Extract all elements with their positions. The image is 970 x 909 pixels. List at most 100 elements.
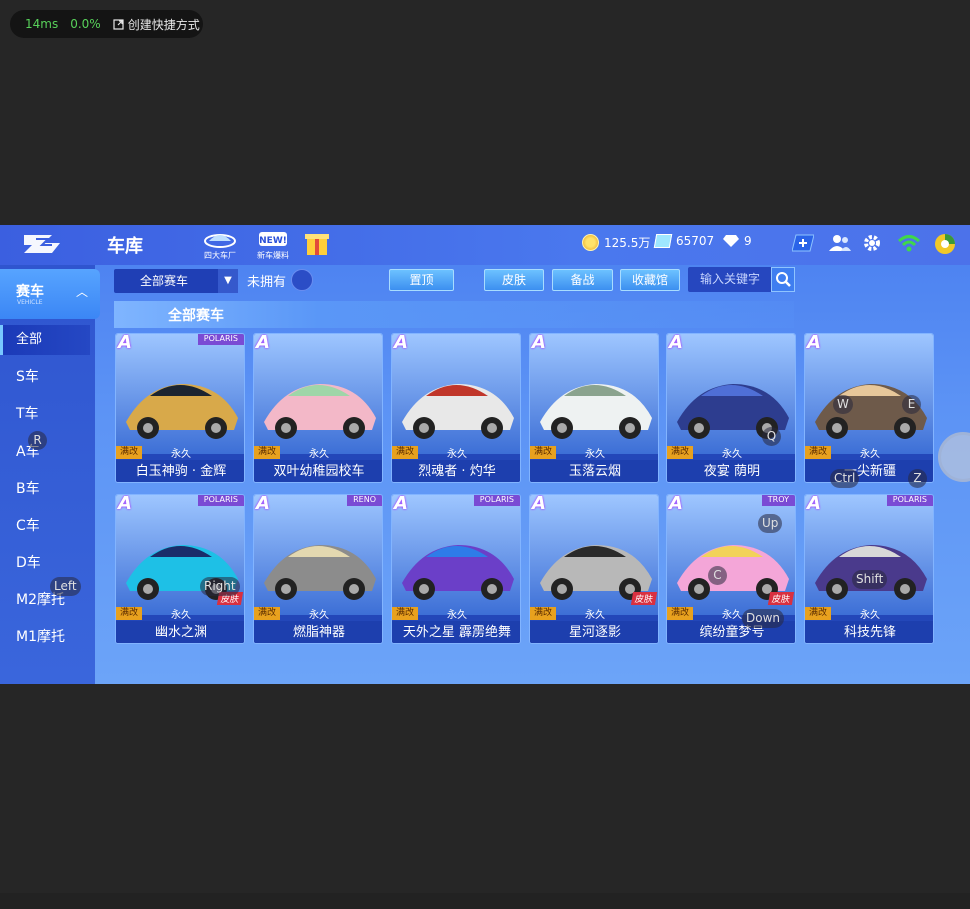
search-input[interactable]: 输入关键字 xyxy=(688,267,795,292)
shortcut-icon xyxy=(113,18,124,30)
sidebar-head-racecar[interactable]: 赛车 VEHICLE ︿ xyxy=(0,269,100,319)
new-icon: NEW! xyxy=(259,232,287,246)
sidebar-item-b[interactable]: B车 xyxy=(0,474,90,504)
create-shortcut-button[interactable]: 创建快捷方式 xyxy=(113,16,200,33)
car-image xyxy=(805,495,933,615)
key-hint: C xyxy=(708,566,727,585)
category-dropdown-value: 全部赛车 xyxy=(140,274,189,288)
car-name: 白玉神驹 · 金辉 xyxy=(116,460,244,482)
diamond-icon xyxy=(723,235,739,247)
pin-button[interactable]: 置顶 xyxy=(389,269,454,291)
category-dropdown[interactable]: 全部赛车 ▼ xyxy=(114,269,238,293)
skin-button[interactable]: 皮肤 xyxy=(484,269,544,291)
duration-label: 永久 xyxy=(722,449,742,460)
key-hint: E xyxy=(902,395,921,414)
sidebar-item-s[interactable]: S车 xyxy=(0,362,90,392)
grade-label: A xyxy=(118,333,132,353)
car-card[interactable]: A RENO 满改 永久 燃脂神器 xyxy=(253,494,383,644)
duration-label: 永久 xyxy=(309,449,329,460)
car-image xyxy=(254,495,382,615)
car-image xyxy=(116,334,244,454)
key-hint: Ctrl xyxy=(830,469,860,488)
car-card[interactable]: A 满改 永久 双叶幼稚园校车 xyxy=(253,333,383,483)
sidebar-item-all[interactable]: 全部 xyxy=(0,325,90,355)
car-card[interactable]: A 满改 永久 玉落云烟 xyxy=(529,333,659,483)
skin-badge: 皮肤 xyxy=(630,592,658,605)
grade-label: A xyxy=(807,494,821,514)
avatar[interactable] xyxy=(934,233,956,255)
key-hint: Shift xyxy=(852,570,888,589)
grade-label: A xyxy=(256,333,270,353)
car-card[interactable]: A POLARIS 满改 永久 科技先锋 xyxy=(804,494,934,644)
car-name: 烈魂者 · 灼华 xyxy=(392,460,520,482)
sidebar-item-label: D车 xyxy=(16,555,41,571)
car-card[interactable]: A 皮肤 满改 永久 星河逐影 xyxy=(529,494,659,644)
car-image xyxy=(805,334,933,454)
grade-label: A xyxy=(532,333,546,353)
section-header: 全部赛车 xyxy=(114,301,794,328)
car-image xyxy=(254,334,382,454)
not-owned-toggle[interactable] xyxy=(291,269,313,291)
top-bar: 车库 四大车厂 NEW! 新车爆料 125.5万 65707 9 xyxy=(0,225,970,265)
sidebar-item-label: 全部 xyxy=(16,332,43,347)
car-name: 星河逐影 xyxy=(530,621,658,643)
skin-badge: 皮肤 xyxy=(767,592,795,605)
friends-icon[interactable] xyxy=(828,233,852,253)
duration-label: 永久 xyxy=(585,449,605,460)
search-placeholder: 输入关键字 xyxy=(700,272,761,286)
new-car-button[interactable]: NEW! 新车爆料 xyxy=(256,229,290,261)
key-hint: Down xyxy=(742,609,785,628)
collection-button[interactable]: 收藏馆 xyxy=(620,269,680,291)
grade-label: A xyxy=(394,494,408,514)
car-card[interactable]: A POLARIS 皮肤 满改 永久 幽水之渊 xyxy=(115,494,245,644)
sidebar-item-m1[interactable]: M1摩托 xyxy=(0,622,90,652)
car-name: 玉落云烟 xyxy=(530,460,658,482)
factory-icon xyxy=(204,234,236,248)
not-owned-label: 未拥有 xyxy=(247,275,287,290)
sidebar-item-t[interactable]: T车 xyxy=(0,399,90,429)
car-card[interactable]: A 满改 永久 夜宴 荫明 xyxy=(666,333,796,483)
grade-label: A xyxy=(669,333,683,353)
add-friend-icon[interactable] xyxy=(792,233,814,253)
new-car-label: 新车爆料 xyxy=(257,251,289,260)
cpu-percent: 0.0% xyxy=(70,17,101,31)
game-window: 车库 四大车厂 NEW! 新车爆料 125.5万 65707 9 赛车 VEHI… xyxy=(0,225,970,684)
section-title: 全部赛车 xyxy=(168,308,224,324)
diamond-value: 9 xyxy=(744,234,752,248)
duration-label: 永久 xyxy=(860,449,880,460)
duration-label: 永久 xyxy=(860,610,880,621)
page-title: 车库 xyxy=(107,236,143,257)
coin-icon xyxy=(582,234,599,251)
car-card[interactable]: A 满改 永久 烈魂者 · 灼华 xyxy=(391,333,521,483)
duration-label: 永久 xyxy=(309,610,329,621)
factory-button[interactable]: 四大车厂 xyxy=(203,229,237,261)
frame-time: 14ms xyxy=(25,17,59,31)
car-card[interactable]: A POLARIS 满改 永久 天外之星 霹雳绝舞 xyxy=(391,494,521,644)
sidebar-item-label: S车 xyxy=(16,369,39,385)
sidebar-item-d[interactable]: D车 xyxy=(0,548,90,578)
duration-label: 永久 xyxy=(171,449,191,460)
key-hint: Z xyxy=(908,469,927,488)
sidebar-item-label: B车 xyxy=(16,481,40,497)
sidebar-item-c[interactable]: C车 xyxy=(0,511,90,541)
category-sidebar: 赛车 VEHICLE ︿ 全部 S车 T车 A车 B车 C车 D车 M2摩托 M… xyxy=(0,265,100,684)
brand-badge: TROY xyxy=(761,495,795,506)
crystal-icon xyxy=(653,234,673,248)
sidebar-head-sub: VEHICLE xyxy=(17,299,43,306)
prepare-button[interactable]: 备战 xyxy=(552,269,613,291)
search-icon xyxy=(776,272,791,287)
settings-icon[interactable] xyxy=(862,233,882,253)
duration-label: 永久 xyxy=(447,449,467,460)
svg-text:NEW!: NEW! xyxy=(259,236,287,246)
grade-label: A xyxy=(807,333,821,353)
car-image xyxy=(392,334,520,454)
brand-badge: POLARIS xyxy=(886,495,933,506)
gift-button[interactable] xyxy=(304,229,330,258)
search-button[interactable] xyxy=(771,267,795,292)
diamond-counter: 9 xyxy=(723,234,752,248)
key-hint: Right xyxy=(200,577,240,596)
car-card[interactable]: A POLARIS 满改 永久 白玉神驹 · 金辉 xyxy=(115,333,245,483)
chevron-down-icon: ▼ xyxy=(218,269,238,293)
sidebar-item-label: T车 xyxy=(16,406,39,422)
wifi-icon xyxy=(897,235,921,252)
